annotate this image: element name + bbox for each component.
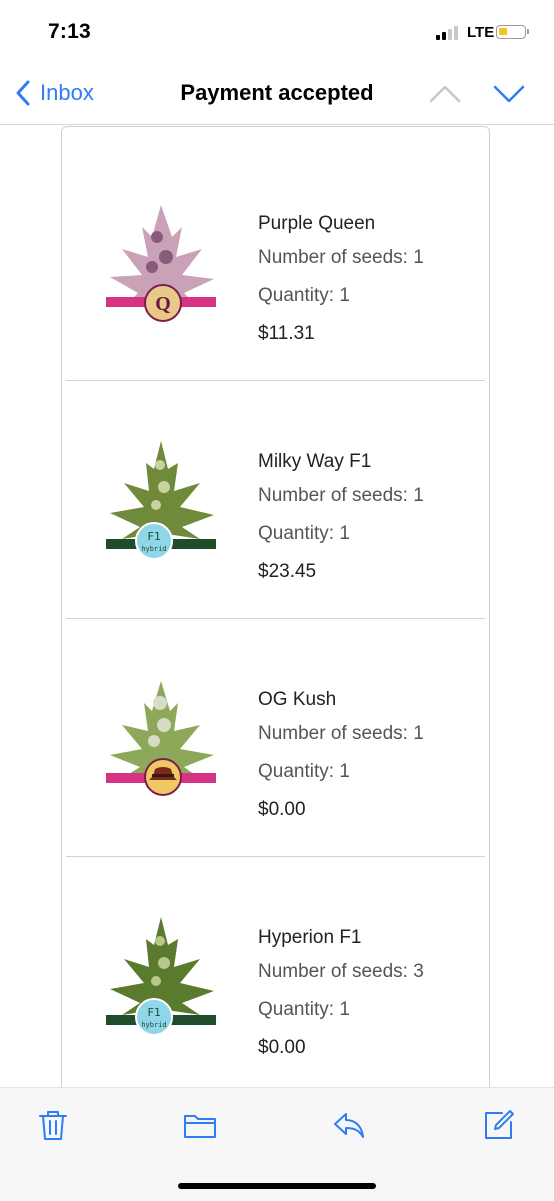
status-time: 7:13 bbox=[48, 20, 91, 43]
email-body[interactable]: Q Purple Queen Number of seeds: 1 Quanti… bbox=[0, 125, 554, 1087]
quantity: Quantity: 1 bbox=[258, 999, 350, 1020]
price: $0.00 bbox=[258, 799, 306, 820]
seed-count: Number of seeds: 1 bbox=[258, 247, 424, 268]
price: $23.45 bbox=[258, 561, 317, 582]
product-image: F1 hybrid bbox=[106, 917, 216, 1036]
reply-icon[interactable] bbox=[332, 1108, 366, 1142]
svg-text:F1: F1 bbox=[147, 530, 160, 543]
seed-count: Number of seeds: 1 bbox=[258, 485, 424, 506]
product-image: Q bbox=[106, 205, 216, 322]
home-indicator[interactable] bbox=[178, 1183, 376, 1189]
svg-text:hybrid: hybrid bbox=[141, 545, 166, 553]
page-title: Payment accepted bbox=[180, 80, 374, 105]
price: $11.31 bbox=[258, 323, 315, 344]
product-image bbox=[106, 681, 216, 796]
network-type: LTE bbox=[467, 24, 495, 41]
product-name: OG Kush bbox=[258, 689, 337, 710]
product-name: Purple Queen bbox=[258, 213, 376, 234]
trash-icon[interactable] bbox=[36, 1108, 70, 1142]
product-name: Hyperion F1 bbox=[258, 927, 362, 948]
price: $0.00 bbox=[258, 1037, 306, 1058]
order-item: F1 hybrid Milky Way F1 Number of seeds: … bbox=[66, 381, 485, 619]
chevron-up-icon[interactable] bbox=[428, 82, 462, 106]
order-items-card: Q Purple Queen Number of seeds: 1 Quanti… bbox=[61, 126, 490, 1087]
chevron-down-icon[interactable] bbox=[492, 82, 526, 106]
product-name: Milky Way F1 bbox=[258, 451, 372, 472]
folder-icon[interactable] bbox=[183, 1108, 217, 1142]
svg-text:hybrid: hybrid bbox=[141, 1021, 166, 1029]
svg-text:Q: Q bbox=[155, 293, 171, 315]
navigation-bar: Inbox Payment accepted bbox=[0, 62, 554, 125]
status-bar: 7:13 LTE bbox=[0, 0, 554, 62]
seed-count: Number of seeds: 3 bbox=[258, 961, 424, 982]
seed-count: Number of seeds: 1 bbox=[258, 723, 424, 744]
order-item: F1 hybrid Hyperion F1 Number of seeds: 3… bbox=[66, 857, 485, 1087]
quantity: Quantity: 1 bbox=[258, 523, 350, 544]
order-item: Q Purple Queen Number of seeds: 1 Quanti… bbox=[66, 143, 485, 381]
signal-icon bbox=[436, 26, 462, 40]
compose-icon[interactable] bbox=[482, 1108, 516, 1142]
product-image: F1 hybrid bbox=[106, 441, 216, 560]
quantity: Quantity: 1 bbox=[258, 761, 350, 782]
battery-icon bbox=[496, 25, 529, 39]
quantity: Quantity: 1 bbox=[258, 285, 350, 306]
order-item: OG Kush Number of seeds: 1 Quantity: 1 $… bbox=[66, 619, 485, 857]
svg-text:F1: F1 bbox=[147, 1006, 160, 1019]
